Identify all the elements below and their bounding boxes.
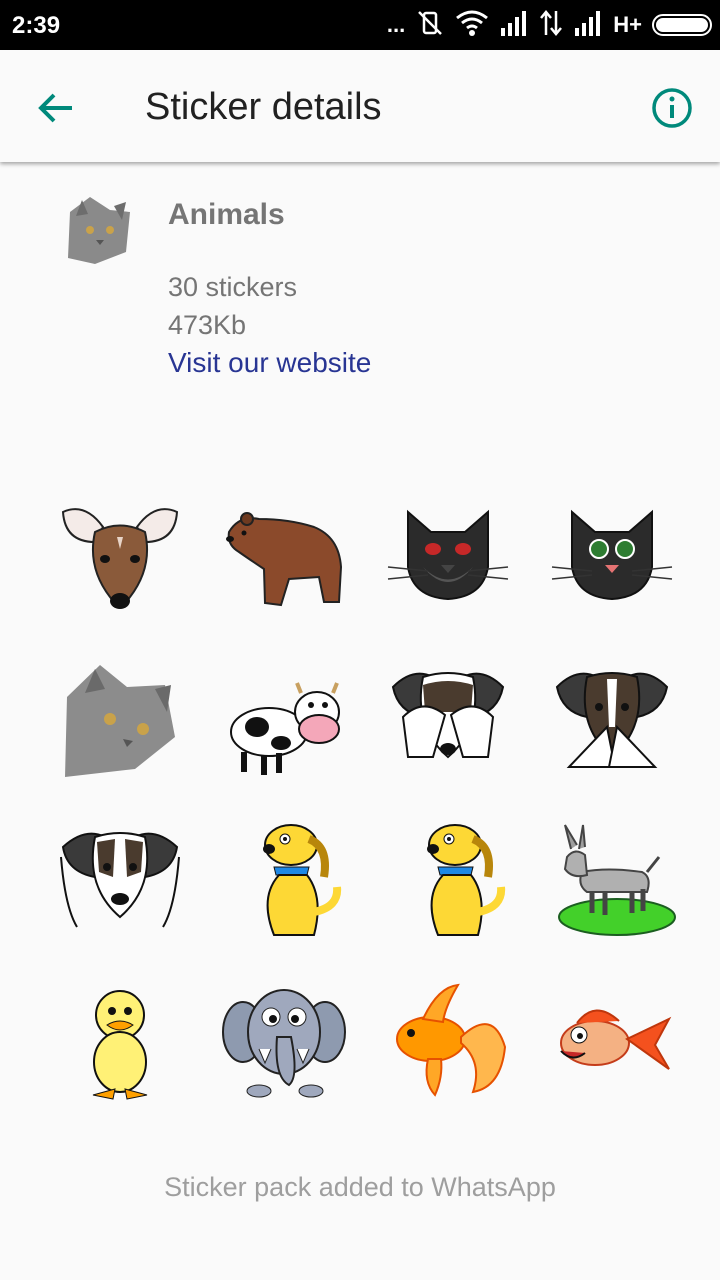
sticker-yellow-dog-2[interactable] [366,802,530,962]
sticker-grey-cat-photo[interactable] [38,642,202,802]
status-time: 2:39 [12,12,61,39]
dog-icon [555,672,669,768]
sticker-dog-covering-ears[interactable] [38,802,202,962]
sticker-goldfish[interactable] [366,962,530,1122]
grey-cat-icon [65,665,175,777]
sticker-donkey[interactable] [530,802,694,962]
sticker-brown-bear[interactable] [202,482,366,642]
elephant-icon [222,989,346,1098]
duckling-icon [92,990,148,1100]
sticker-black-cat-green-eyes[interactable] [530,482,694,642]
fish-icon [560,1009,672,1070]
sticker-black-cat-red-eyes[interactable] [366,482,530,642]
sticker-duckling[interactable] [38,962,202,1122]
sticker-grid [38,482,698,1122]
pack-name: Animals [168,198,285,231]
dog-icon [391,672,505,759]
status-icons: ... H+ [386,8,712,43]
signal-icon-1 [499,10,529,41]
added-status: Sticker pack added to WhatsApp [164,1172,556,1202]
sticker-deer[interactable] [38,482,202,642]
info-icon[interactable] [648,84,696,132]
yellow-dog-icon [427,824,506,936]
page-title: Sticker details [145,86,382,128]
deer-icon [61,508,179,609]
more-notifications-icon: ... [386,12,406,37]
sticker-cow[interactable] [202,642,366,802]
arrow-back-icon[interactable] [32,84,80,132]
pack-size: 473Kb [168,310,247,340]
sticker-dog-covering-mouth[interactable] [530,642,694,802]
dog-icon [60,832,180,928]
black-cat-icon [387,509,509,601]
signal-icon-2 [573,10,603,41]
website-link[interactable]: Visit our website [168,347,371,379]
sticker-dog-covering-eyes[interactable] [366,642,530,802]
yellow-dog-icon [263,824,342,936]
sticker-elephant[interactable] [202,962,366,1122]
app-bar: Sticker details [0,50,720,162]
pack-tray-icon [60,192,140,272]
bear-icon [226,512,343,607]
sticker-count: 30 stickers [168,272,298,302]
sticker-funny-fish[interactable] [530,962,694,1122]
network-type: H+ [613,12,642,37]
black-cat-icon [551,509,673,601]
donkey-icon [558,824,676,936]
wifi-icon [455,8,489,43]
cow-icon [230,682,340,775]
data-transfer-icon [539,9,563,42]
battery-icon [652,14,712,36]
vibrate-off-icon [415,8,445,43]
status-bar: 2:39 ... H+ [0,0,720,50]
sticker-yellow-dog[interactable] [202,802,366,962]
goldfish-icon [396,983,507,1097]
